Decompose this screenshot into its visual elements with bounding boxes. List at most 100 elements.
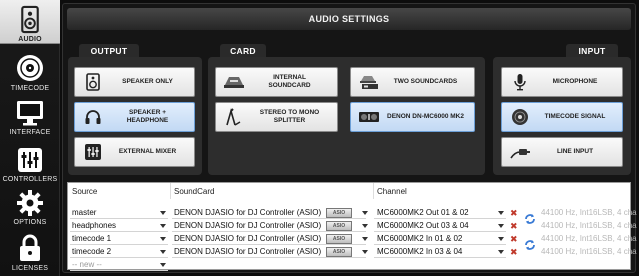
two-soundcards-icon (357, 70, 381, 94)
refresh-icon[interactable] (523, 212, 537, 226)
refresh-icon[interactable] (523, 238, 537, 252)
channel-select[interactable]: MC6000MK2 In 03 & 04 (374, 246, 506, 258)
format-info: 44100 Hz, Int16LSB, 4 cha (541, 234, 637, 243)
chevron-down-icon[interactable] (498, 237, 504, 241)
splitter-cable-icon (222, 105, 246, 129)
chevron-down-icon[interactable] (362, 250, 368, 254)
source-select[interactable]: headphones (70, 220, 168, 232)
stereo-mono-splitter-button[interactable]: STEREO TO MONO SPLITTER (215, 102, 338, 132)
header-channel: Channel (377, 187, 407, 196)
input-panel-title: INPUT (566, 44, 618, 58)
speaker-headphone-button[interactable]: SPEAKER + HEADPHONE (74, 102, 195, 132)
microphone-button[interactable]: MICROPHONE (501, 67, 623, 97)
new-source-row[interactable]: -- new -- (68, 259, 632, 271)
mixer-icon (18, 148, 42, 172)
card-panel-title: CARD (220, 44, 266, 58)
chevron-down-icon[interactable] (160, 237, 166, 241)
remove-row-icon[interactable]: ✖ (510, 246, 518, 258)
headphone-icon (81, 105, 105, 129)
chevron-down-icon[interactable] (160, 250, 166, 254)
lock-icon (20, 234, 40, 261)
column-divider (373, 183, 374, 199)
table-row: master DENON DJASIO for DJ Controller (AS… (68, 207, 637, 219)
vinyl-icon (508, 105, 532, 129)
remove-row-icon[interactable]: ✖ (510, 233, 518, 245)
asio-logo-icon: ASIO (326, 221, 352, 231)
remove-row-icon[interactable]: ✖ (510, 220, 518, 232)
mixer-icon (81, 140, 105, 164)
sidebar-item-licenses[interactable]: LICENSES (0, 230, 60, 274)
sidebar: AUDIO TIMECODE INTERFACE CONTROLLERS OPT… (0, 0, 60, 276)
internal-soundcard-label: INTERNAL SOUNDCARD (268, 74, 311, 89)
header-soundcard: SoundCard (174, 187, 215, 196)
timecode-signal-button[interactable]: TIMECODE SIGNAL (501, 102, 623, 132)
table-row: headphones DENON DJASIO for DJ Controller… (68, 220, 637, 232)
asio-logo-icon: ASIO (326, 247, 352, 257)
asio-logo-icon: ASIO (326, 234, 352, 244)
format-info: 44100 Hz, Int16LSB, 4 cha (541, 221, 637, 230)
channel-select[interactable]: MC6000MK2 Out 03 & 04 (374, 220, 506, 232)
asio-logo-icon: ASIO (326, 208, 352, 218)
sidebar-item-interface[interactable]: INTERFACE (0, 94, 60, 138)
output-panel-title: OUTPUT (79, 44, 139, 58)
routing-table: Source SoundCard Channel master DENON DJA… (67, 182, 637, 271)
sidebar-item-controllers[interactable]: CONTROLLERS (0, 141, 60, 185)
vinyl-icon (17, 55, 43, 81)
internal-soundcard-button[interactable]: INTERNAL SOUNDCARD (215, 67, 338, 97)
chevron-down-icon[interactable] (160, 224, 166, 228)
input-panel: MICROPHONE TIMECODE SIGNAL LINE INPUT (493, 57, 631, 175)
sidebar-item-audio[interactable]: AUDIO (0, 0, 60, 44)
channel-select[interactable]: MC6000MK2 Out 01 & 02 (374, 207, 506, 219)
new-source-select[interactable]: -- new -- (70, 259, 168, 271)
sidebar-item-label: OPTIONS (13, 219, 47, 226)
denon-mc6000-button[interactable]: DENON DN-MC6000 MK2 (350, 102, 475, 132)
channel-select[interactable]: MC6000MK2 In 01 & 02 (374, 233, 506, 245)
format-info: 44100 Hz, Int16LSB, 4 cha (541, 247, 637, 256)
sidebar-item-label: CONTROLLERS (2, 176, 58, 183)
sidebar-item-timecode[interactable]: TIMECODE (0, 48, 60, 92)
column-divider (170, 183, 171, 199)
output-panel: SPEAKER ONLY SPEAKER + HEADPHONE EXTERNA… (68, 57, 202, 175)
card-panel: INTERNAL SOUNDCARD TWO SOUNDCARDS STEREO… (208, 57, 485, 175)
audio-settings-window: AUDIO SETTINGS OUTPUT SPEAKER ONLY SPEAK… (62, 3, 637, 273)
sidebar-item-options[interactable]: OPTIONS (0, 185, 60, 229)
microphone-icon (508, 70, 532, 94)
external-mixer-button[interactable]: EXTERNAL MIXER (74, 137, 195, 167)
format-info: 44100 Hz, Int16LSB, 4 cha (541, 208, 637, 217)
speaker-icon (81, 70, 105, 94)
sidebar-item-label: TIMECODE (10, 85, 50, 92)
source-select[interactable]: timecode 1 (70, 233, 168, 245)
two-soundcards-button[interactable]: TWO SOUNDCARDS (350, 67, 475, 97)
gear-icon (17, 190, 43, 216)
chevron-down-icon[interactable] (362, 237, 368, 241)
table-row: timecode 1 DENON DJASIO for DJ Controller… (68, 233, 637, 245)
remove-row-icon[interactable]: ✖ (510, 207, 518, 219)
line-input-button[interactable]: LINE INPUT (501, 137, 623, 167)
line-input-label: LINE INPUT (556, 148, 594, 155)
monitor-icon (17, 101, 43, 126)
soundcard-icon (222, 70, 246, 94)
rca-cable-icon (508, 140, 532, 164)
speaker-only-label: SPEAKER ONLY (122, 78, 173, 85)
source-select[interactable]: master (70, 207, 168, 219)
chevron-down-icon[interactable] (498, 250, 504, 254)
chevron-down-icon[interactable] (160, 211, 166, 215)
source-select[interactable]: timecode 2 (70, 246, 168, 258)
speaker-only-button[interactable]: SPEAKER ONLY (74, 67, 195, 97)
chevron-down-icon[interactable] (160, 263, 166, 267)
chevron-down-icon[interactable] (498, 211, 504, 215)
two-soundcards-label: TWO SOUNDCARDS (393, 78, 458, 85)
external-mixer-label: EXTERNAL MIXER (118, 148, 177, 155)
denon-mc6000-label: DENON DN-MC6000 MK2 (387, 113, 464, 120)
table-row: timecode 2 DENON DJASIO for DJ Controller… (68, 246, 637, 258)
chevron-down-icon[interactable] (362, 224, 368, 228)
chevron-down-icon[interactable] (362, 211, 368, 215)
sidebar-item-label: LICENSES (11, 265, 49, 272)
speaker-icon (21, 5, 39, 34)
timecode-signal-label: TIMECODE SIGNAL (544, 113, 606, 120)
controller-icon (357, 105, 381, 129)
speaker-headphone-label: SPEAKER + HEADPHONE (126, 109, 169, 124)
chevron-down-icon[interactable] (498, 224, 504, 228)
microphone-label: MICROPHONE (552, 78, 598, 85)
sidebar-item-label: AUDIO (18, 36, 42, 43)
